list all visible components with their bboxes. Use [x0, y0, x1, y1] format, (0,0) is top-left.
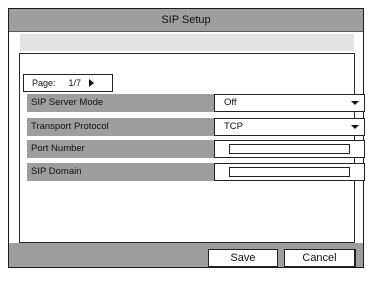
cancel-button[interactable]: Cancel: [284, 249, 356, 267]
row-transport-protocol: Transport Protocol TCP: [27, 118, 365, 136]
sip-domain-field: [214, 163, 365, 181]
port-number-field: [214, 140, 365, 158]
sip-server-mode-label: SIP Server Mode: [31, 97, 104, 108]
transport-protocol-label: Transport Protocol: [31, 121, 109, 132]
sip-domain-input[interactable]: [229, 167, 350, 177]
sip-server-mode-value: Off: [224, 97, 237, 108]
page-number: 1/7: [68, 78, 82, 88]
header-band: [20, 34, 354, 51]
transport-protocol-dropdown[interactable]: TCP: [214, 118, 365, 136]
page-button[interactable]: Page: 1/7: [23, 74, 113, 92]
row-port-number: Port Number: [27, 140, 365, 158]
next-page-icon: [89, 79, 95, 87]
row-sip-server-mode: SIP Server Mode Off: [27, 94, 365, 112]
dialog-title: SIP Setup: [9, 9, 363, 32]
dropdown-arrow-icon: [351, 125, 359, 129]
sip-domain-label: SIP Domain: [31, 166, 82, 177]
transport-protocol-value: TCP: [224, 121, 243, 132]
sip-setup-dialog: SIP Setup Page: 1/7 SIP Server Mode Off …: [8, 8, 365, 268]
page-label: Page:: [32, 78, 56, 88]
save-button[interactable]: Save: [208, 249, 278, 267]
dropdown-arrow-icon: [351, 101, 359, 105]
row-sip-domain: SIP Domain: [27, 163, 365, 181]
port-number-input[interactable]: [229, 144, 350, 154]
sip-server-mode-dropdown[interactable]: Off: [214, 94, 365, 112]
dialog-footer: Save Cancel: [9, 243, 363, 267]
port-number-label: Port Number: [31, 143, 85, 154]
